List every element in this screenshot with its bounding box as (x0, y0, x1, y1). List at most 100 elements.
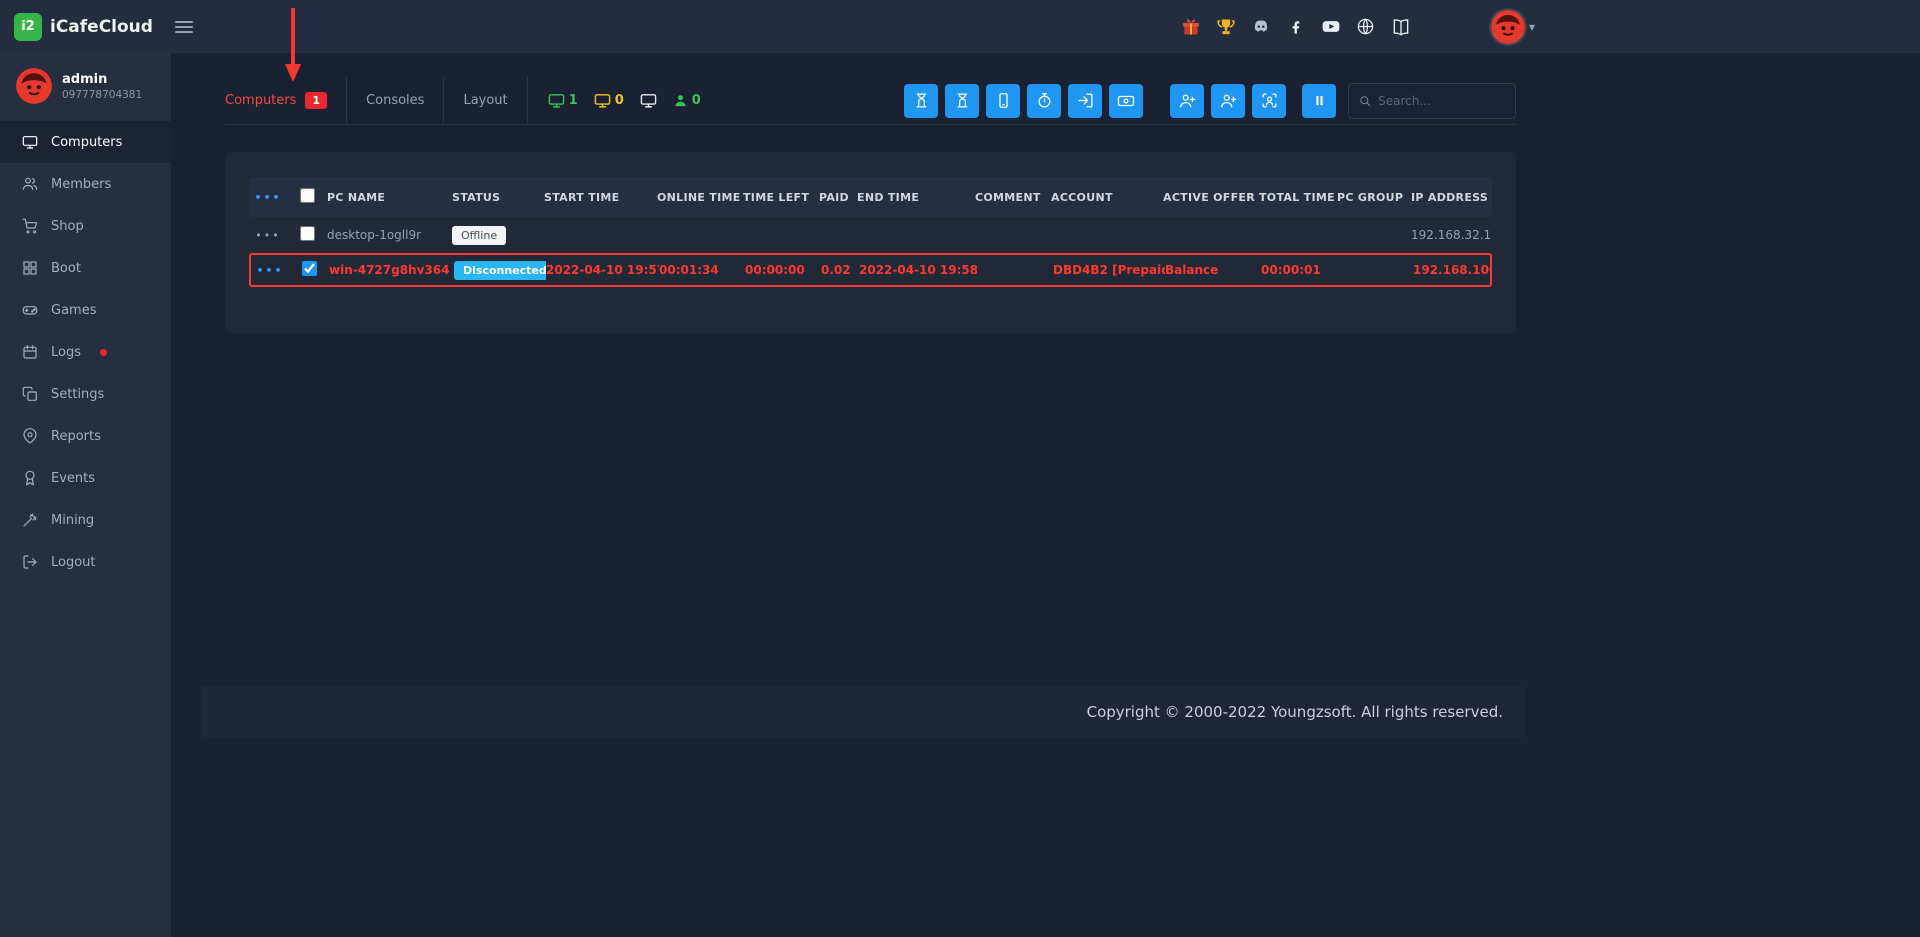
col-paid: PAID (819, 191, 857, 204)
menu-toggle-button[interactable] (169, 15, 199, 39)
sidebar-item-members[interactable]: Members (0, 163, 171, 205)
status-badge: Offline (452, 226, 506, 245)
counter-members[interactable]: 0 (673, 93, 701, 108)
cell-ip-address: 192.168.100.113 (1413, 263, 1490, 277)
sidebar-item-events[interactable]: Events (0, 457, 171, 499)
row-actions-icon[interactable]: ••• (249, 229, 293, 242)
cell-end-time: 2022-04-10 19:58:29 (859, 263, 977, 277)
sidebar-item-logs[interactable]: Logs (0, 331, 171, 373)
scan-member-button[interactable] (1252, 84, 1286, 118)
cell-ip-address: 192.168.32.1 (1411, 228, 1492, 242)
col-status: STATUS (452, 191, 544, 204)
counter-online[interactable]: 1 (548, 92, 578, 109)
account-menu[interactable]: ▾ (1491, 10, 1535, 44)
monitor-all-icon (640, 92, 657, 109)
add-member-button[interactable] (1170, 84, 1204, 118)
cash-button[interactable] (1109, 84, 1143, 118)
cell-pc-name: desktop-1ogll9r (327, 228, 452, 242)
hourglass-icon (954, 92, 971, 109)
pickaxe-icon (22, 512, 38, 528)
sidebar-user-name: admin (62, 72, 142, 87)
cell-active-offer: Balance (1165, 263, 1261, 277)
sidebar-user-id: 097778704381 (62, 89, 142, 101)
footer: Copyright © 2000-2022 Youngzsoft. All ri… (201, 686, 1525, 738)
tab-consoles[interactable]: Consoles (347, 77, 444, 124)
counter-all-pcs[interactable] (640, 92, 657, 109)
cell-online-time: 00:01:34 (659, 263, 745, 277)
trophy-icon[interactable] (1216, 17, 1236, 37)
select-all-checkbox[interactable] (300, 188, 315, 203)
tab-computers-label: Computers (225, 93, 296, 108)
banknote-icon (1117, 92, 1135, 110)
row-checkbox[interactable] (300, 226, 315, 241)
search-input[interactable] (1378, 94, 1505, 108)
table-row-selected[interactable]: ••• win-4727g8hv364 Disconnected 2022-04… (249, 253, 1492, 287)
cart-icon (22, 218, 38, 234)
sidebar-item-reports[interactable]: Reports (0, 415, 171, 457)
sidebar: admin 097778704381 Computers Members Sho… (0, 53, 171, 937)
tab-consoles-label: Consoles (366, 93, 424, 108)
copyright-text: Copyright © 2000-2022 Youngzsoft. All ri… (1087, 703, 1503, 721)
checkout-button[interactable] (1068, 84, 1102, 118)
tab-layout[interactable]: Layout (444, 77, 527, 124)
logs-notification-dot (100, 349, 107, 356)
col-total-time: TOTAL TIME (1259, 191, 1337, 204)
sidebar-item-label: Games (51, 303, 96, 318)
globe-icon[interactable] (1356, 17, 1376, 37)
sidebar-item-boot[interactable]: Boot (0, 247, 171, 289)
sidebar-user-card[interactable]: admin 097778704381 (0, 53, 171, 117)
layers-icon (22, 386, 38, 402)
header-actions-icon[interactable]: ••• (249, 191, 293, 204)
user-avatar (1491, 10, 1525, 44)
app-logo-icon: i2 (14, 13, 42, 41)
monitor-online-icon (548, 92, 565, 109)
sidebar-menu: Computers Members Shop Boot Games Logs S… (0, 121, 171, 583)
scan-user-icon (1261, 92, 1278, 109)
add-guest-button[interactable] (1211, 84, 1245, 118)
sidebar-item-games[interactable]: Games (0, 289, 171, 331)
timer-button[interactable] (1027, 84, 1061, 118)
sidebar-item-mining[interactable]: Mining (0, 499, 171, 541)
main-content: Computers 1 Consoles Layout 1 0 (171, 53, 1549, 937)
app-logo[interactable]: i2 iCafeCloud (14, 13, 153, 41)
youtube-icon[interactable] (1321, 17, 1341, 37)
cell-paid: 0.02 (821, 263, 859, 277)
sidebar-user-avatar (16, 68, 52, 104)
mobile-button[interactable] (986, 84, 1020, 118)
sidebar-item-shop[interactable]: Shop (0, 205, 171, 247)
row-checkbox[interactable] (302, 261, 317, 276)
tab-computers[interactable]: Computers 1 (225, 77, 347, 124)
tabs: Computers 1 Consoles Layout (225, 77, 528, 124)
book-icon[interactable] (1391, 17, 1411, 37)
status-badge: Disconnected (454, 261, 546, 280)
session-alt-button[interactable] (945, 84, 979, 118)
sidebar-item-settings[interactable]: Settings (0, 373, 171, 415)
stopwatch-icon (1036, 92, 1053, 109)
table-row[interactable]: ••• desktop-1ogll9r Offline 192.168.32.1 (249, 217, 1492, 253)
col-pc-name: PC NAME (327, 191, 452, 204)
add-user-icon (1179, 92, 1196, 109)
row-actions-icon[interactable]: ••• (251, 264, 295, 277)
discord-icon[interactable] (1251, 17, 1271, 37)
sidebar-item-label: Events (51, 471, 95, 486)
award-icon (22, 470, 38, 486)
sidebar-item-computers[interactable]: Computers (0, 121, 171, 163)
pause-icon (1312, 93, 1327, 108)
sidebar-item-logout[interactable]: Logout (0, 541, 171, 583)
facebook-icon[interactable] (1286, 17, 1306, 37)
tab-computers-badge: 1 (305, 92, 327, 109)
sidebar-item-label: Logout (51, 555, 96, 570)
col-time-left: TIME LEFT (743, 191, 819, 204)
counter-busy[interactable]: 0 (594, 92, 624, 109)
topbar: i2 iCafeCloud (0, 0, 1920, 53)
gift-icon[interactable] (1181, 17, 1201, 37)
sidebar-item-label: Mining (51, 513, 94, 528)
pause-button[interactable] (1302, 84, 1336, 118)
toolbar (904, 84, 1336, 118)
col-account: ACCOUNT (1051, 191, 1163, 204)
mobile-icon (995, 92, 1012, 109)
cell-start-time: 2022-04-10 19:57:17 (546, 263, 659, 277)
cell-pc-name: win-4727g8hv364 (329, 263, 454, 277)
sidebar-item-label: Boot (51, 261, 81, 276)
session-button[interactable] (904, 84, 938, 118)
